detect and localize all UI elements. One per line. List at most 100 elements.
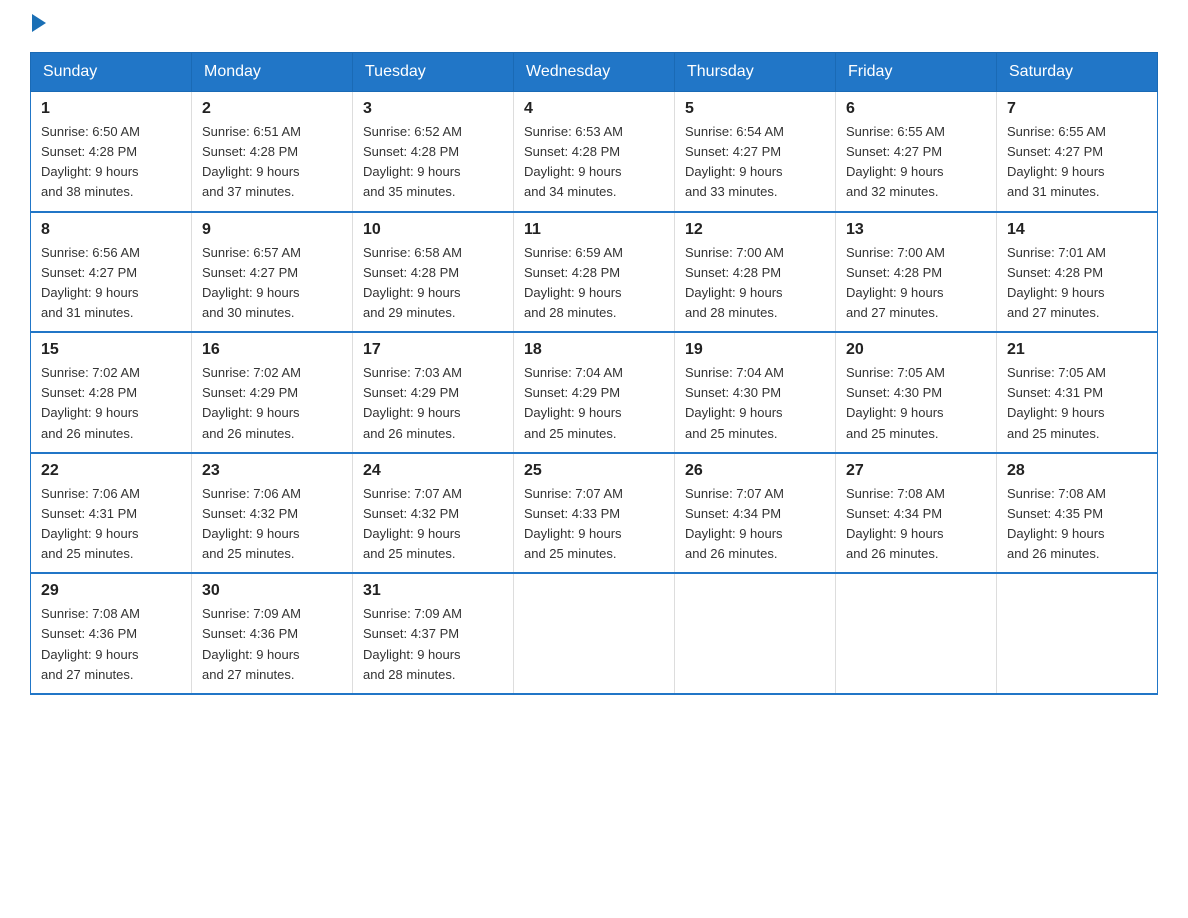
day-cell-15: 15Sunrise: 7:02 AMSunset: 4:28 PMDayligh… [31, 332, 192, 453]
day-info: Sunrise: 6:56 AMSunset: 4:27 PMDaylight:… [41, 243, 181, 324]
calendar-body: 1 Sunrise: 6:50 AMSunset: 4:28 PMDaylight… [31, 92, 1158, 694]
day-number: 11 [524, 221, 664, 239]
day-info: Sunrise: 6:53 AMSunset: 4:28 PMDaylight:… [524, 122, 664, 203]
day-number: 29 [41, 582, 181, 600]
day-cell-13: 13Sunrise: 7:00 AMSunset: 4:28 PMDayligh… [836, 212, 997, 333]
empty-cell [675, 573, 836, 694]
day-number: 8 [41, 221, 181, 239]
day-number: 7 [1007, 100, 1147, 118]
day-number: 24 [363, 462, 503, 480]
day-cell-19: 19Sunrise: 7:04 AMSunset: 4:30 PMDayligh… [675, 332, 836, 453]
weekday-header-monday: Monday [192, 53, 353, 92]
day-number: 1 [41, 100, 181, 118]
day-info: Sunrise: 7:05 AMSunset: 4:31 PMDaylight:… [1007, 363, 1147, 444]
empty-cell [997, 573, 1158, 694]
weekday-header-tuesday: Tuesday [353, 53, 514, 92]
week-row-5: 29 Sunrise: 7:08 AMSunset: 4:36 PMDayligh… [31, 573, 1158, 694]
day-cell-12: 12 Sunrise: 7:00 AMSunset: 4:28 PMDayligh… [675, 212, 836, 333]
weekday-header-friday: Friday [836, 53, 997, 92]
day-info: Sunrise: 7:08 AMSunset: 4:35 PMDaylight:… [1007, 484, 1147, 565]
day-number: 21 [1007, 341, 1147, 359]
day-cell-26: 26 Sunrise: 7:07 AMSunset: 4:34 PMDayligh… [675, 453, 836, 574]
day-info: Sunrise: 7:06 AMSunset: 4:32 PMDaylight:… [202, 484, 342, 565]
weekday-row: SundayMondayTuesdayWednesdayThursdayFrid… [31, 53, 1158, 92]
day-cell-9: 9Sunrise: 6:57 AMSunset: 4:27 PMDaylight… [192, 212, 353, 333]
day-info: Sunrise: 7:00 AMSunset: 4:28 PMDaylight:… [685, 243, 825, 324]
day-cell-28: 28 Sunrise: 7:08 AMSunset: 4:35 PMDayligh… [997, 453, 1158, 574]
day-cell-10: 10 Sunrise: 6:58 AMSunset: 4:28 PMDayligh… [353, 212, 514, 333]
day-cell-5: 5 Sunrise: 6:54 AMSunset: 4:27 PMDaylight… [675, 92, 836, 212]
day-info: Sunrise: 7:05 AMSunset: 4:30 PMDaylight:… [846, 363, 986, 444]
day-cell-29: 29 Sunrise: 7:08 AMSunset: 4:36 PMDayligh… [31, 573, 192, 694]
day-info: Sunrise: 6:55 AMSunset: 4:27 PMDaylight:… [1007, 122, 1147, 203]
day-info: Sunrise: 7:07 AMSunset: 4:34 PMDaylight:… [685, 484, 825, 565]
day-number: 27 [846, 462, 986, 480]
day-info: Sunrise: 6:50 AMSunset: 4:28 PMDaylight:… [41, 122, 181, 203]
day-number: 5 [685, 100, 825, 118]
day-cell-31: 31Sunrise: 7:09 AMSunset: 4:37 PMDayligh… [353, 573, 514, 694]
day-number: 4 [524, 100, 664, 118]
day-number: 13 [846, 221, 986, 239]
day-cell-25: 25 Sunrise: 7:07 AMSunset: 4:33 PMDayligh… [514, 453, 675, 574]
day-info: Sunrise: 6:51 AMSunset: 4:28 PMDaylight:… [202, 122, 342, 203]
day-cell-23: 23 Sunrise: 7:06 AMSunset: 4:32 PMDayligh… [192, 453, 353, 574]
calendar-header: SundayMondayTuesdayWednesdayThursdayFrid… [31, 53, 1158, 92]
day-number: 31 [363, 582, 503, 600]
day-cell-30: 30 Sunrise: 7:09 AMSunset: 4:36 PMDayligh… [192, 573, 353, 694]
day-number: 30 [202, 582, 342, 600]
day-number: 26 [685, 462, 825, 480]
day-number: 12 [685, 221, 825, 239]
logo-arrow-icon [32, 14, 46, 32]
day-info: Sunrise: 7:04 AMSunset: 4:29 PMDaylight:… [524, 363, 664, 444]
logo [30, 20, 46, 32]
day-cell-20: 20Sunrise: 7:05 AMSunset: 4:30 PMDayligh… [836, 332, 997, 453]
day-number: 22 [41, 462, 181, 480]
day-info: Sunrise: 7:02 AMSunset: 4:29 PMDaylight:… [202, 363, 342, 444]
day-info: Sunrise: 7:03 AMSunset: 4:29 PMDaylight:… [363, 363, 503, 444]
calendar-table: SundayMondayTuesdayWednesdayThursdayFrid… [30, 52, 1158, 695]
day-info: Sunrise: 7:07 AMSunset: 4:32 PMDaylight:… [363, 484, 503, 565]
day-info: Sunrise: 7:07 AMSunset: 4:33 PMDaylight:… [524, 484, 664, 565]
weekday-header-wednesday: Wednesday [514, 53, 675, 92]
day-info: Sunrise: 6:54 AMSunset: 4:27 PMDaylight:… [685, 122, 825, 203]
day-cell-17: 17Sunrise: 7:03 AMSunset: 4:29 PMDayligh… [353, 332, 514, 453]
day-number: 6 [846, 100, 986, 118]
week-row-3: 15Sunrise: 7:02 AMSunset: 4:28 PMDayligh… [31, 332, 1158, 453]
day-cell-27: 27 Sunrise: 7:08 AMSunset: 4:34 PMDayligh… [836, 453, 997, 574]
day-info: Sunrise: 7:09 AMSunset: 4:36 PMDaylight:… [202, 604, 342, 685]
day-number: 23 [202, 462, 342, 480]
day-cell-2: 2 Sunrise: 6:51 AMSunset: 4:28 PMDaylight… [192, 92, 353, 212]
day-info: Sunrise: 6:59 AMSunset: 4:28 PMDaylight:… [524, 243, 664, 324]
empty-cell [514, 573, 675, 694]
day-info: Sunrise: 6:52 AMSunset: 4:28 PMDaylight:… [363, 122, 503, 203]
day-number: 19 [685, 341, 825, 359]
day-info: Sunrise: 6:58 AMSunset: 4:28 PMDaylight:… [363, 243, 503, 324]
week-row-2: 8 Sunrise: 6:56 AMSunset: 4:27 PMDaylight… [31, 212, 1158, 333]
day-number: 9 [202, 221, 342, 239]
day-info: Sunrise: 6:55 AMSunset: 4:27 PMDaylight:… [846, 122, 986, 203]
day-cell-14: 14Sunrise: 7:01 AMSunset: 4:28 PMDayligh… [997, 212, 1158, 333]
day-number: 3 [363, 100, 503, 118]
week-row-4: 22 Sunrise: 7:06 AMSunset: 4:31 PMDayligh… [31, 453, 1158, 574]
day-number: 2 [202, 100, 342, 118]
day-number: 10 [363, 221, 503, 239]
day-cell-8: 8 Sunrise: 6:56 AMSunset: 4:27 PMDaylight… [31, 212, 192, 333]
empty-cell [836, 573, 997, 694]
day-cell-22: 22 Sunrise: 7:06 AMSunset: 4:31 PMDayligh… [31, 453, 192, 574]
day-number: 15 [41, 341, 181, 359]
day-info: Sunrise: 7:08 AMSunset: 4:34 PMDaylight:… [846, 484, 986, 565]
day-cell-7: 7 Sunrise: 6:55 AMSunset: 4:27 PMDaylight… [997, 92, 1158, 212]
weekday-header-thursday: Thursday [675, 53, 836, 92]
day-number: 25 [524, 462, 664, 480]
day-cell-21: 21 Sunrise: 7:05 AMSunset: 4:31 PMDayligh… [997, 332, 1158, 453]
day-info: Sunrise: 7:08 AMSunset: 4:36 PMDaylight:… [41, 604, 181, 685]
day-cell-3: 3 Sunrise: 6:52 AMSunset: 4:28 PMDaylight… [353, 92, 514, 212]
day-info: Sunrise: 7:01 AMSunset: 4:28 PMDaylight:… [1007, 243, 1147, 324]
day-number: 16 [202, 341, 342, 359]
day-number: 18 [524, 341, 664, 359]
day-cell-16: 16 Sunrise: 7:02 AMSunset: 4:29 PMDayligh… [192, 332, 353, 453]
day-info: Sunrise: 7:06 AMSunset: 4:31 PMDaylight:… [41, 484, 181, 565]
day-cell-11: 11 Sunrise: 6:59 AMSunset: 4:28 PMDayligh… [514, 212, 675, 333]
weekday-header-saturday: Saturday [997, 53, 1158, 92]
day-number: 28 [1007, 462, 1147, 480]
